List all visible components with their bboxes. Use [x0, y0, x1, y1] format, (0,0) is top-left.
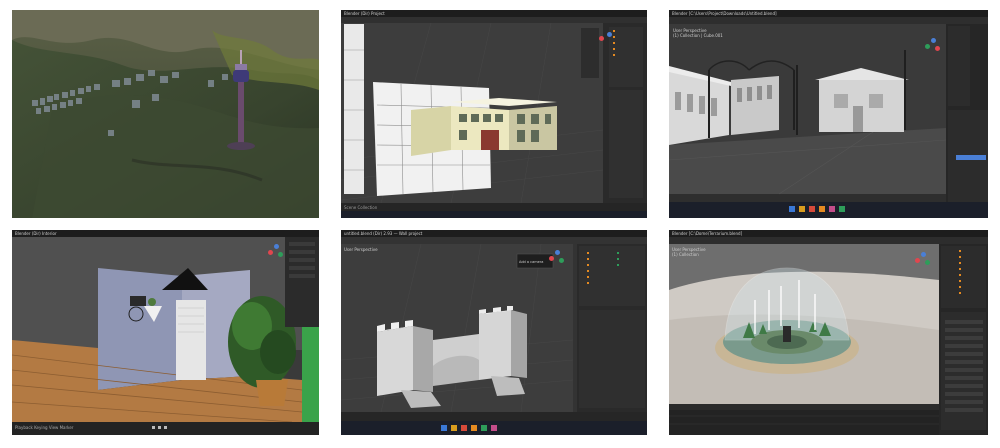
blender-wall-modeling: untitled.blend (Dir) 2.93 — Wall project [341, 230, 647, 435]
gizmo-x-icon[interactable] [599, 36, 604, 41]
tooltip-text: Add a camera [519, 260, 544, 264]
gizmo-y-icon[interactable] [278, 252, 283, 257]
gizmo-x-icon[interactable] [549, 256, 554, 261]
gizmo-y-icon[interactable] [925, 44, 930, 49]
gizmo-z-icon[interactable] [555, 250, 560, 255]
timeline-menu[interactable]: Playback Keying View Marker [15, 425, 73, 430]
viewport-interior[interactable] [12, 230, 319, 435]
gizmo-y-icon[interactable] [559, 258, 564, 263]
viewport-dome[interactable] [669, 230, 988, 435]
viewport-street[interactable] [669, 10, 988, 218]
collection-label: (1) Collection | Cube.001 [673, 33, 723, 38]
gizmo-z-icon[interactable] [607, 32, 612, 37]
blender-building-modeling: Blender (Dir) Project Scene Collection [341, 10, 647, 218]
gizmo-x-icon[interactable] [915, 258, 920, 263]
gizmo-z-icon[interactable] [931, 38, 936, 43]
gizmo-x-icon[interactable] [268, 250, 273, 255]
collection-label: (1) Collection [672, 252, 699, 257]
viewport-building[interactable] [341, 10, 647, 218]
gizmo-z-icon[interactable] [921, 252, 926, 257]
gizmo-y-icon[interactable] [925, 260, 930, 265]
blender-interior-render: Blender (Dir) Interior Playback Keying V… [12, 230, 319, 435]
blender-terrarium-dome: Blender [C:\Dome\Terrarium.blend] User P [669, 230, 988, 435]
view-label: User Perspective [344, 247, 378, 252]
gizmo-x-icon[interactable] [935, 46, 940, 51]
blender-street-scene: Blender [C:\Users\Project\Downloads\Unti… [669, 10, 988, 218]
render-aerial-city-tower [12, 10, 319, 218]
gizmo-z-icon[interactable] [274, 244, 279, 249]
viewport-wall[interactable] [341, 230, 647, 435]
terrain-render [12, 10, 319, 218]
status-text: Scene Collection [344, 205, 378, 210]
